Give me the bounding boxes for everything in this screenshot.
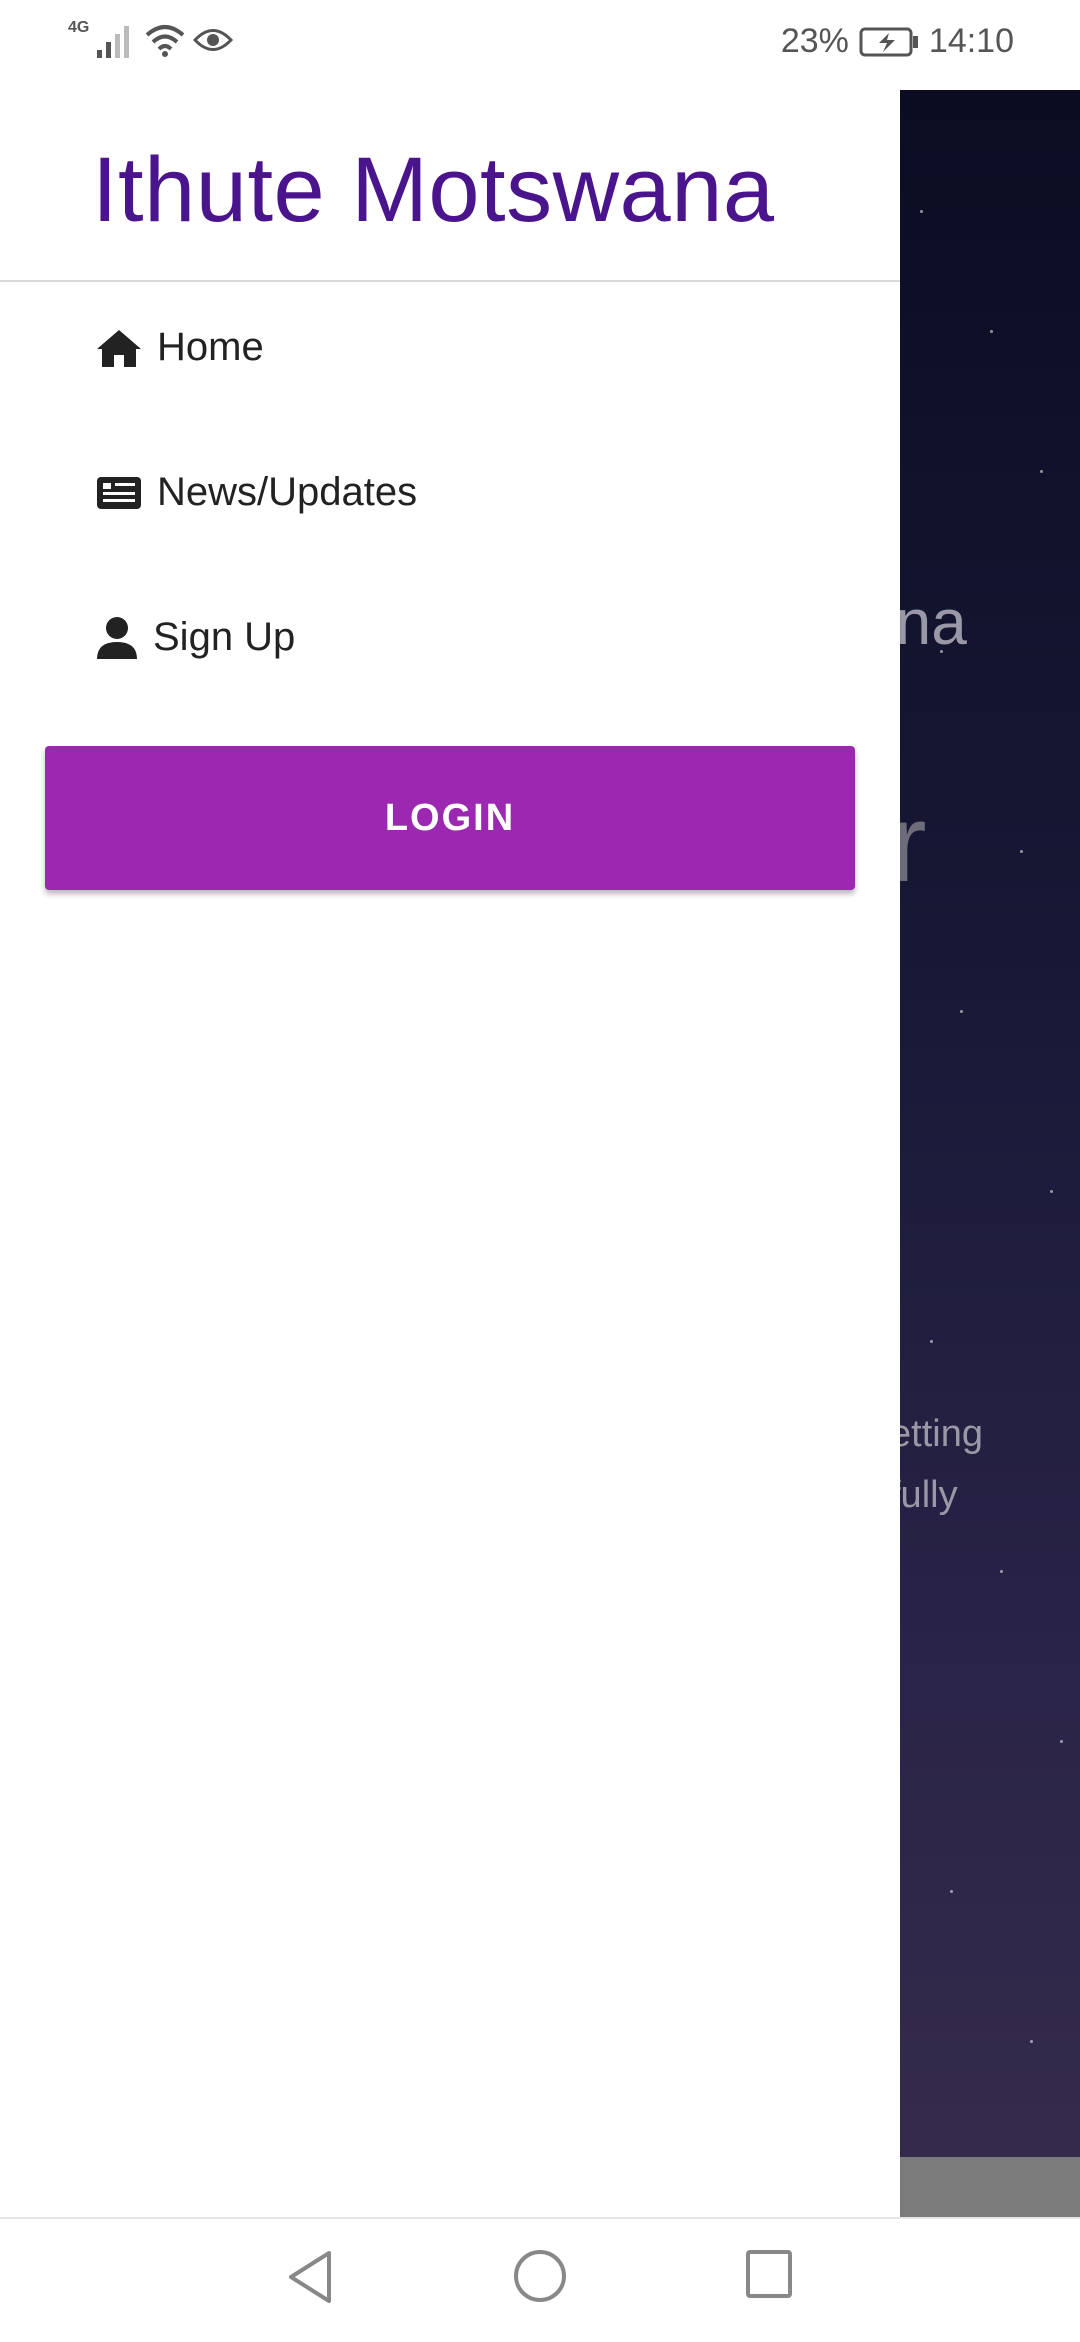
- menu-item-sign-up[interactable]: Sign Up: [95, 615, 295, 660]
- newspaper-icon: [97, 476, 141, 509]
- menu-item-sign-up-label: Sign Up: [153, 615, 296, 659]
- signal-icon: [97, 26, 130, 58]
- network-type: 4G: [68, 19, 90, 36]
- background-heading-fragment: r: [900, 782, 927, 905]
- menu-item-home[interactable]: Home: [95, 325, 264, 370]
- status-left: 4G: [68, 19, 234, 58]
- background-title-fragment: ana: [900, 586, 967, 658]
- background-text-fragment-2: fully: [900, 1474, 958, 1516]
- status-bar: 4G 23% 14:10: [0, 0, 1080, 90]
- navigation-drawer: Ithute Motswana Home News/Updates Sign U…: [0, 90, 900, 2217]
- menu-item-news-updates[interactable]: News/Updates: [95, 470, 417, 515]
- clock: 14:10: [928, 22, 1014, 60]
- home-icon: [97, 329, 141, 367]
- background-app-overlay[interactable]: ana r etting fully: [900, 90, 1080, 2217]
- login-button[interactable]: LOGIN: [45, 746, 855, 890]
- drawer-divider: [0, 280, 900, 282]
- back-icon[interactable]: [285, 2249, 335, 2305]
- wifi-icon: [146, 25, 185, 57]
- home-circle-icon[interactable]: [513, 2249, 567, 2303]
- eye-icon: [193, 29, 234, 51]
- recents-square-icon[interactable]: [745, 2249, 793, 2299]
- menu-item-news-label: News/Updates: [157, 470, 418, 514]
- status-right: 23% 14:10: [781, 22, 1014, 61]
- background-bottom-bar: [900, 2157, 1080, 2217]
- battery-charging-icon: [859, 27, 918, 56]
- menu-item-home-label: Home: [157, 325, 264, 369]
- user-icon: [97, 616, 137, 659]
- drawer-title: Ithute Motswana: [92, 139, 775, 241]
- background-text-fragment-1: etting: [900, 1413, 983, 1455]
- battery-percent: 23%: [780, 22, 849, 60]
- system-navigation-bar: [0, 2217, 1080, 2342]
